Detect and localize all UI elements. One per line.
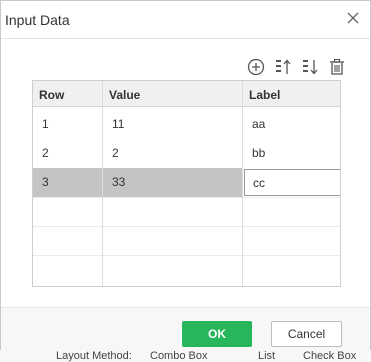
- header-label: Label: [249, 88, 281, 102]
- combo-box-option[interactable]: Combo Box: [150, 350, 207, 362]
- table-row[interactable]: 2 2 bb: [33, 139, 340, 168]
- data-table: Row Value Label 1 11 aa 2 2 bb 3 33: [32, 80, 341, 287]
- ok-button[interactable]: OK: [182, 321, 252, 347]
- table-row[interactable]: 1 11 aa: [33, 110, 340, 139]
- header-row: Row: [39, 88, 65, 102]
- cell-label[interactable]: bb: [243, 139, 340, 168]
- layout-method-label: Layout Method:: [56, 350, 132, 362]
- add-circle-icon[interactable]: [246, 57, 266, 77]
- table-toolbar: [246, 57, 347, 77]
- cell-row[interactable]: 2: [33, 139, 102, 168]
- input-data-dialog: Input Data Row Value Label 1 11 aa 2 2 b…: [0, 0, 371, 362]
- check-box-option[interactable]: Check Box: [303, 350, 356, 362]
- dialog-header: Input Data: [1, 1, 370, 39]
- cell-label[interactable]: aa: [243, 110, 340, 139]
- column-divider: [242, 81, 243, 286]
- background-panel: Layout Method: Combo Box List Check Box: [0, 350, 371, 362]
- move-up-icon[interactable]: [273, 57, 293, 77]
- dialog-title: Input Data: [5, 12, 70, 28]
- table-row-empty[interactable]: [33, 197, 340, 226]
- trash-icon[interactable]: [327, 57, 347, 77]
- cell-row[interactable]: 3: [33, 168, 102, 197]
- cell-row[interactable]: 1: [33, 110, 102, 139]
- table-row-empty[interactable]: [33, 226, 340, 255]
- cell-value[interactable]: 11: [103, 110, 242, 139]
- cell-value[interactable]: 2: [103, 139, 242, 168]
- close-icon[interactable]: [346, 11, 360, 25]
- table-row-selected[interactable]: 3 33: [33, 168, 340, 197]
- label-edit-input[interactable]: [244, 169, 340, 196]
- move-down-icon[interactable]: [300, 57, 320, 77]
- list-option[interactable]: List: [258, 350, 275, 362]
- table-header-row: Row Value Label: [33, 81, 340, 107]
- cell-value[interactable]: 33: [103, 168, 242, 197]
- table-row-empty[interactable]: [33, 255, 340, 284]
- column-divider: [102, 81, 103, 286]
- header-value: Value: [109, 88, 141, 102]
- cancel-button[interactable]: Cancel: [271, 321, 342, 347]
